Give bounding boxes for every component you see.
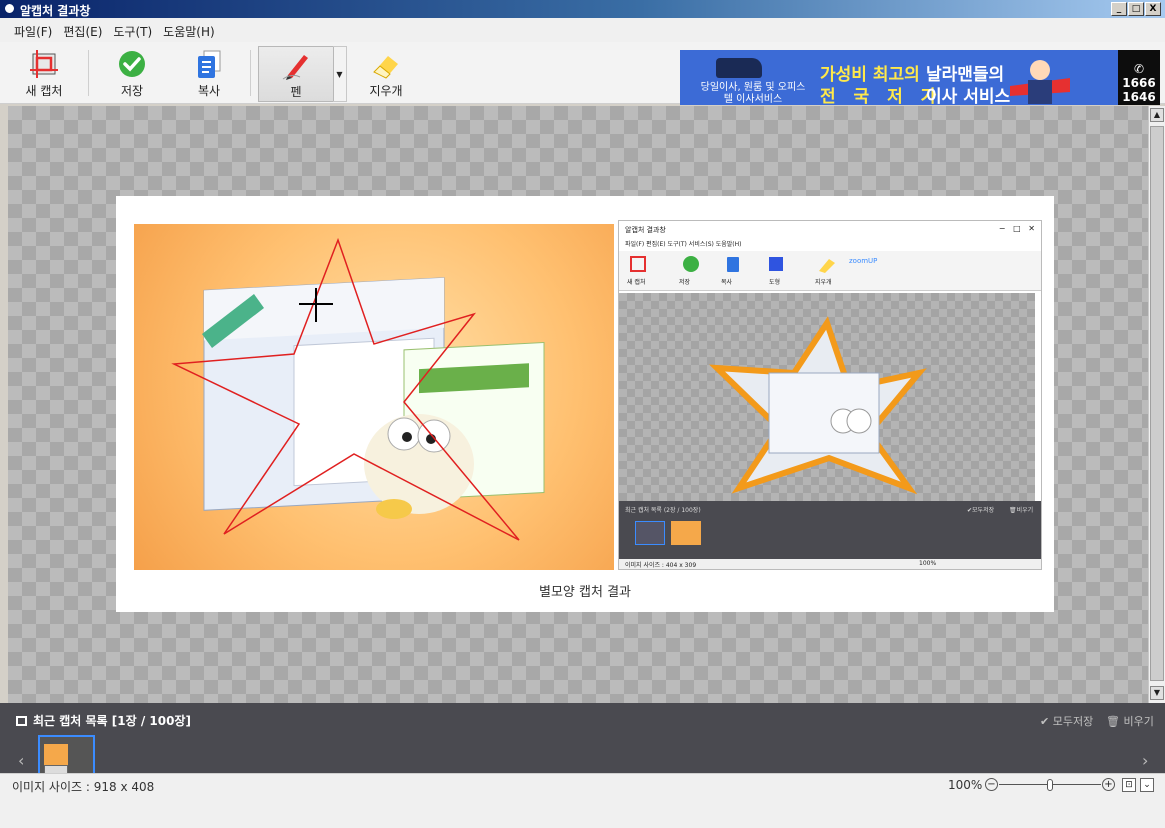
scroll-down-arrow[interactable]: ▼: [1150, 686, 1164, 700]
menu-tools[interactable]: 도구(T): [113, 18, 157, 42]
phone-icon: ✆: [1133, 62, 1145, 76]
save-all-button[interactable]: ✔ 모두저장: [1040, 713, 1093, 729]
nested-clear: 🗑비우기: [1009, 507, 1034, 514]
nested-list-title: 최근 캡처 목록 (2장 / 100장): [625, 507, 701, 514]
copy-icon: [193, 48, 225, 80]
window-icon: [16, 716, 27, 726]
image-size-label: 이미지 사이즈 : 918 x 408: [12, 780, 155, 794]
pen-label: 펜: [290, 85, 302, 99]
nested-canvas: [619, 293, 1035, 501]
menu-edit[interactable]: 편집(E): [63, 18, 107, 42]
menu-file[interactable]: 파일(F): [14, 18, 57, 42]
app-icon: [3, 2, 16, 15]
close-button[interactable]: X: [1145, 2, 1161, 16]
recent-thumbnail[interactable]: [38, 735, 95, 786]
nested-toolbar: 새 캡처 저장 복사 도형 지우개 zoomUP: [619, 251, 1041, 291]
star-capture-left: [134, 224, 614, 570]
window-title: 알캡처 결과창: [20, 4, 91, 18]
clear-button[interactable]: 🗑 비우기: [1106, 713, 1154, 729]
copy-label: 복사: [197, 84, 221, 98]
toolbar-divider: [88, 50, 89, 96]
truck-image: [716, 58, 762, 78]
pen-dropdown-arrow[interactable]: ▼: [333, 46, 347, 102]
mascot-image: [1010, 60, 1070, 104]
phone-number-2: 1646: [1122, 90, 1156, 104]
vertical-scrollbar[interactable]: ▲ ▼: [1148, 106, 1165, 703]
nested-ad: zoomUP: [849, 257, 878, 265]
recent-title: 최근 캡처 목록 [1장 / 100장]: [33, 714, 191, 728]
ad-headline-4: 이사 서비스: [926, 87, 1011, 105]
check-icon: [116, 48, 148, 80]
image-caption: 별모양 캡처 결과: [539, 585, 631, 600]
minimize-button[interactable]: _: [1111, 2, 1127, 16]
nested-toolbar-icons: [630, 256, 835, 273]
save-button[interactable]: 저장: [98, 46, 166, 102]
menu-help[interactable]: 도움말(H): [163, 18, 220, 42]
nested-window-screenshot: 알캡처 결과창 − □ ✕ 파일(F) 편집(E) 도구(T) 서비스(S) 도…: [618, 220, 1042, 570]
recent-captures-panel: 최근 캡처 목록 [1장 / 100장] ✔ 모두저장 🗑 비우기 ‹ ›: [0, 703, 1165, 786]
fit-screen-icon[interactable]: ⊡: [1122, 778, 1136, 792]
new-capture-label: 새 캡처: [25, 84, 63, 98]
save-label: 저장: [120, 84, 144, 98]
nested-window-controls: − □ ✕: [998, 224, 1035, 233]
chevron-down-icon[interactable]: ⌄: [1140, 778, 1154, 792]
maximize-button[interactable]: □: [1128, 2, 1144, 16]
nested-tool-copy: 복사: [721, 279, 733, 286]
scroll-up-arrow[interactable]: ▲: [1150, 108, 1164, 122]
ad-subtext: 당일이사, 원룸 및 오피스텔 이사서비스: [700, 82, 806, 105]
phone-number-1: 1666: [1122, 76, 1156, 90]
zoom-knob[interactable]: [1047, 779, 1053, 791]
eraser-label: 지우개: [369, 84, 403, 98]
title-bar: 알캡처 결과창 _ □ X: [0, 0, 1165, 18]
toolbar-divider: [250, 50, 251, 96]
nested-thumb-2: [671, 521, 701, 545]
scroll-thumb[interactable]: [1150, 126, 1164, 681]
eraser-icon: [370, 48, 402, 80]
zoom-out-icon[interactable]: −: [985, 778, 998, 791]
nested-tool-new: 새 캡처: [627, 279, 646, 286]
nested-menu: 파일(F) 편집(E) 도구(T) 서비스(S) 도움말(H): [625, 241, 742, 248]
nested-zoom: 100%: [919, 560, 937, 567]
nested-tool-save: 저장: [679, 279, 691, 286]
zoom-in-icon[interactable]: +: [1102, 778, 1115, 791]
zoom-level: 100%: [948, 778, 983, 792]
zoom-slider[interactable]: − +: [985, 778, 1115, 792]
nested-image-size: 이미지 사이즈 : 404 x 309: [625, 562, 697, 569]
ad-phone: ✆ 1666 1646: [1118, 50, 1160, 105]
chevron-left-icon[interactable]: ‹: [18, 751, 24, 770]
thumbnail-left-part: [44, 744, 68, 765]
nested-tool-eraser: 지우개: [815, 279, 832, 286]
nested-title: 알캡처 결과창: [625, 226, 666, 234]
new-capture-button[interactable]: 새 캡처: [10, 46, 78, 102]
copy-button[interactable]: 복사: [175, 46, 243, 102]
eraser-button[interactable]: 지우개: [352, 46, 420, 102]
nested-tool-shape: 도형: [769, 279, 781, 286]
pen-icon: [280, 49, 312, 81]
nested-save-all: ✔모두저장: [967, 507, 995, 514]
menu-bar: 파일(F) 편집(E) 도구(T) 도움말(H): [0, 18, 1165, 42]
recent-header: 최근 캡처 목록 [1장 / 100장]: [16, 712, 191, 729]
pen-button[interactable]: 펜: [258, 46, 334, 102]
capture-image: 알캡처 결과창 − □ ✕ 파일(F) 편집(E) 도구(T) 서비스(S) 도…: [116, 196, 1054, 612]
nested-thumb-1: [635, 521, 665, 545]
ad-banner[interactable]: 당일이사, 원룸 및 오피스텔 이사서비스 가성비 최고의 전 국 저 가 날라…: [680, 50, 1160, 105]
chevron-right-icon[interactable]: ›: [1142, 751, 1148, 770]
nested-statusbar: 이미지 사이즈 : 404 x 309 100%: [619, 559, 1041, 569]
nested-recent-panel: 최근 캡처 목록 (2장 / 100장) ✔모두저장 🗑비우기: [619, 501, 1041, 561]
status-bar: 이미지 사이즈 : 918 x 408 100% − + ⊡ ⌄: [0, 773, 1165, 828]
new-capture-icon: [28, 48, 60, 80]
ad-headline-2: 전 국 저 가: [820, 87, 943, 105]
